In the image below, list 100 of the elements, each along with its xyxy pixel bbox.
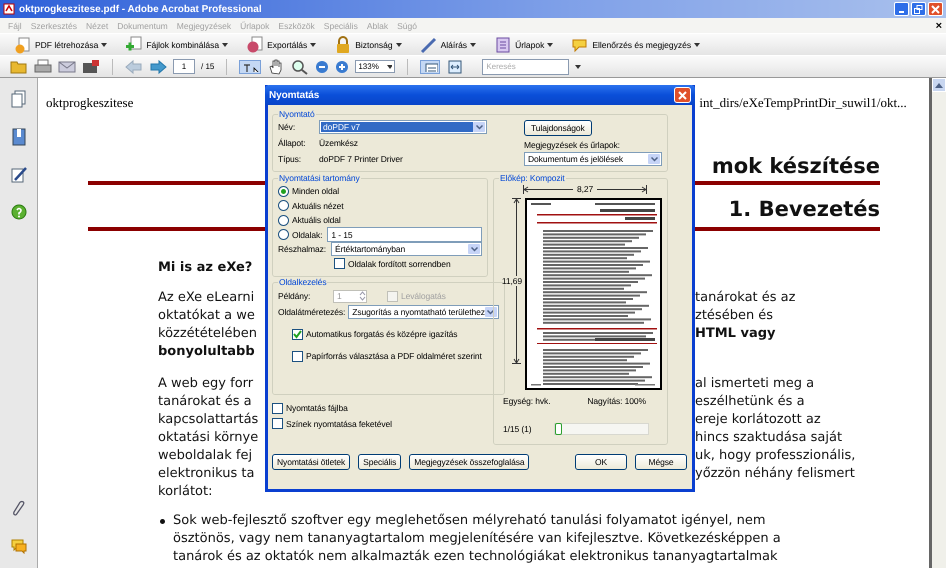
page-count: / 15 [201, 62, 214, 71]
paragraph-text: hincs szaktudása saját [695, 429, 842, 447]
spinner-arrows-icon [359, 291, 366, 301]
dimension-arrow [523, 184, 573, 194]
paragraph-text: ösztönös, vagy nem tananyagtartalom megjelenítésére van kifejlesztve. Következésképpen a [173, 530, 781, 548]
group-title: Oldalkezelés [278, 277, 328, 287]
close-button[interactable] [928, 2, 943, 16]
option-label: Minden oldal [292, 186, 339, 196]
subset-select[interactable]: Értéktartományban [331, 242, 482, 256]
close-icon [678, 90, 687, 100]
dialog-button[interactable]: OK [575, 454, 627, 470]
camera-icon[interactable] [82, 58, 100, 74]
envelope-icon[interactable] [58, 58, 76, 74]
section-heading: 1. Bevezetés [728, 196, 880, 222]
option-label: Oldalak: [292, 230, 322, 240]
paragraph-text: tanárokat és a [158, 394, 252, 409]
toolbar-button[interactable]: PDF létrehozása [14, 36, 116, 54]
caret-icon [487, 310, 494, 314]
caret-icon [101, 42, 108, 46]
scroll-up-icon[interactable] [935, 82, 943, 88]
caret-icon [470, 246, 478, 252]
pen-icon[interactable] [10, 166, 26, 184]
field-value: Üzemkész [319, 138, 358, 148]
page-slider[interactable] [554, 423, 648, 435]
paragraph-text: korlátot: [158, 484, 212, 499]
paragraph-text: ereje korlátozott az [695, 411, 821, 429]
pdf-file-icon [3, 3, 15, 15]
toolbar-button[interactable]: Űrlapok [494, 36, 562, 54]
dialog-title: Nyomtatás [269, 90, 320, 100]
form-icon [494, 36, 512, 54]
field-label: Megjegyzések és űrlapok: [524, 140, 620, 150]
dialog-button[interactable]: Megjegyzések összefoglalása [409, 454, 530, 470]
close-document-button[interactable]: × [936, 20, 942, 32]
dimension-arrow [597, 184, 648, 194]
paragraph-text: yőzzön néhány felismert [695, 465, 855, 483]
paragraph-text: eszélhetünk és a [695, 393, 805, 411]
printer-icon[interactable] [34, 58, 52, 74]
printer-select[interactable]: doPDF v7 [319, 120, 487, 134]
page-number-field[interactable]: 1 [173, 59, 195, 74]
pages-icon[interactable] [10, 90, 26, 108]
zoom-out-icon[interactable] [315, 60, 330, 74]
fit-width-icon[interactable] [446, 58, 464, 74]
dialog-button[interactable]: Mégse [635, 454, 687, 470]
checkbox[interactable] [272, 402, 283, 414]
paragraph-text: elektronikus ta [158, 466, 254, 481]
radio-button[interactable] [278, 229, 289, 240]
radio-button[interactable] [278, 214, 289, 226]
scrollbar[interactable] [929, 78, 946, 568]
toolbar-button[interactable]: Ellenőrzés és megjegyzés [571, 36, 708, 54]
dialog-button[interactable]: Nyomtatási ötletek [272, 454, 350, 470]
dialog-button[interactable]: Speciális [358, 454, 402, 470]
page-indicator: 1/15 (1) [503, 424, 532, 434]
checkbox[interactable] [272, 418, 283, 430]
option-label: Aktuális oldal [292, 215, 341, 226]
help-icon[interactable] [10, 204, 26, 220]
minimize-button[interactable] [894, 2, 909, 16]
field-value: doPDF 7 Printer Driver [319, 154, 403, 164]
group-title: Nyomtató [278, 109, 316, 119]
restore-button[interactable] [911, 2, 926, 16]
pages-field[interactable]: 1 - 15 [327, 227, 482, 242]
bookmarks-icon[interactable] [10, 128, 26, 146]
height-label: 11,69 [502, 276, 522, 286]
caret-icon [310, 42, 316, 46]
close-icon [931, 4, 940, 14]
zoom-in-icon[interactable] [335, 60, 350, 74]
comments-select[interactable]: Dokumentum és jelölések [524, 152, 662, 166]
paragraph-text: oktatási környe [158, 430, 258, 445]
close-button[interactable] [674, 87, 691, 103]
folder-icon[interactable] [10, 58, 28, 74]
radio-button[interactable] [278, 186, 289, 197]
unit-label: Egység: hvk. [503, 396, 550, 406]
checkbox[interactable] [292, 328, 303, 340]
option-label: Színek nyomtatása feketével [286, 418, 392, 429]
caret-icon [222, 42, 228, 46]
toolbar-button[interactable]: Aláírás [420, 36, 484, 54]
fit-page-icon[interactable] [420, 60, 440, 74]
radio-button[interactable] [278, 200, 289, 212]
toolbar-button[interactable]: Fájlok kombinálása [125, 36, 236, 54]
forward-arrow-icon[interactable] [149, 58, 167, 74]
paperclip-icon[interactable] [10, 500, 26, 518]
caret-icon[interactable] [575, 64, 582, 68]
width-label: 8,27 [577, 184, 594, 194]
bullet-icon [160, 519, 165, 524]
page-scaling-select[interactable]: Zsugorítás a nyomtatható területhez [348, 305, 499, 319]
toolbar-button[interactable]: Exportálás [246, 36, 324, 54]
text-select-icon[interactable] [239, 60, 262, 74]
toolbar-button[interactable]: Biztonság [334, 36, 410, 54]
checkbox[interactable] [292, 350, 303, 362]
checkbox[interactable] [334, 258, 345, 270]
zoom-icon[interactable] [291, 58, 310, 74]
paragraph-text: bonyolultabb [158, 344, 255, 359]
slider-thumb[interactable] [554, 423, 562, 435]
group-title: Nyomtatási tartomány [278, 173, 361, 183]
caret-icon [547, 42, 554, 46]
paragraph-text: uk, hogy professzionális, [695, 447, 856, 465]
zoom-dropdown[interactable]: 133% [355, 60, 396, 73]
properties-button[interactable]: Tulajdonságok [524, 120, 592, 136]
option-label: Leválogatás [401, 291, 446, 301]
comment-icon[interactable] [10, 538, 26, 554]
group-title: Előkép: Kompozit [499, 173, 566, 183]
